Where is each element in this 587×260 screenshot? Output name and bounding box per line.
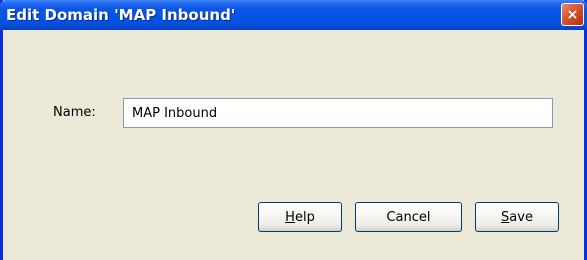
help-label-rest: elp bbox=[294, 209, 315, 225]
help-mnemonic: H bbox=[285, 209, 295, 225]
help-button[interactable]: Help bbox=[258, 202, 342, 232]
window-title: Edit Domain 'MAP Inbound' bbox=[6, 6, 236, 24]
close-icon bbox=[568, 10, 577, 19]
close-button[interactable] bbox=[561, 3, 584, 26]
save-label-rest: ave bbox=[509, 209, 533, 225]
name-label: Name: bbox=[53, 105, 96, 120]
cancel-label: Cancel bbox=[386, 209, 431, 225]
cancel-button[interactable]: Cancel bbox=[355, 202, 462, 232]
name-input[interactable] bbox=[123, 98, 553, 128]
dialog-window: Edit Domain 'MAP Inbound' Name: Help Can… bbox=[0, 0, 587, 260]
dialog-content: Name: Help Cancel Save bbox=[3, 30, 584, 260]
title-bar[interactable]: Edit Domain 'MAP Inbound' bbox=[0, 0, 587, 30]
save-mnemonic: S bbox=[501, 209, 510, 225]
save-button[interactable]: Save bbox=[475, 202, 559, 232]
